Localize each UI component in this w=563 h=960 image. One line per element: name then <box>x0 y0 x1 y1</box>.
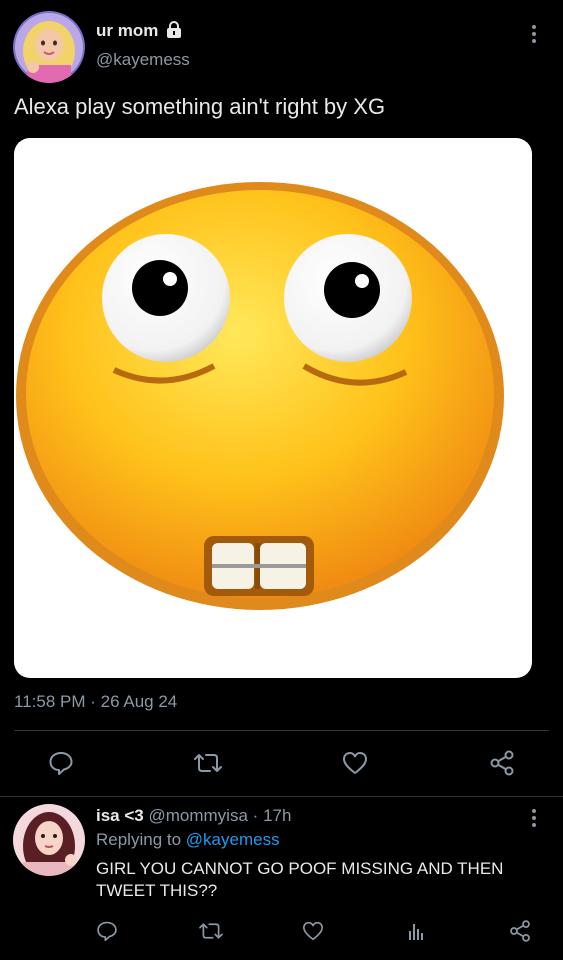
divider <box>0 796 563 797</box>
avatar[interactable] <box>13 11 85 83</box>
like-icon[interactable] <box>340 748 370 778</box>
reply-avatar[interactable] <box>13 804 85 876</box>
reply-display-name[interactable]: isa <3 <box>96 806 144 825</box>
timestamp-time[interactable]: 11:58 PM <box>14 692 86 711</box>
replying-to-handle[interactable]: @kayemess <box>186 830 280 849</box>
share-icon[interactable] <box>506 917 534 945</box>
timestamp-separator: · <box>90 692 96 711</box>
reply-icon[interactable] <box>94 918 120 944</box>
share-icon[interactable] <box>486 747 518 779</box>
replying-to-prefix: Replying to <box>96 830 182 849</box>
divider <box>14 730 549 731</box>
grimacing-emoji-image <box>16 182 504 610</box>
reply-age[interactable]: 17h <box>263 806 291 825</box>
reply-header: isa <3 @mommyisa · 17h <box>96 806 291 826</box>
display-name[interactable]: ur mom <box>96 20 183 43</box>
retweet-icon[interactable] <box>197 918 225 944</box>
analytics-icon[interactable] <box>403 918 429 944</box>
more-vertical-icon[interactable] <box>524 22 544 46</box>
tweet-text: Alexa play something ain't right by XG <box>14 94 386 119</box>
tweet-media[interactable] <box>14 138 532 678</box>
replying-to: Replying to @kayemess <box>96 830 280 850</box>
retweet-icon[interactable] <box>192 748 224 778</box>
handle[interactable]: @kayemess <box>96 50 190 70</box>
reply-handle[interactable]: @mommyisa <box>148 806 247 825</box>
like-icon[interactable] <box>300 918 326 944</box>
timestamp-date[interactable]: 26 Aug 24 <box>101 692 178 711</box>
display-name-text[interactable]: ur mom <box>96 21 158 40</box>
reply-icon[interactable] <box>46 748 76 778</box>
timestamp[interactable]: 11:58 PM · 26 Aug 24 <box>14 692 177 712</box>
reply-separator: · <box>252 806 259 825</box>
reply-text: GIRL YOU CANNOT GO POOF MISSING AND THEN… <box>96 859 504 900</box>
more-vertical-icon[interactable] <box>524 806 544 830</box>
lock-icon <box>165 20 183 43</box>
